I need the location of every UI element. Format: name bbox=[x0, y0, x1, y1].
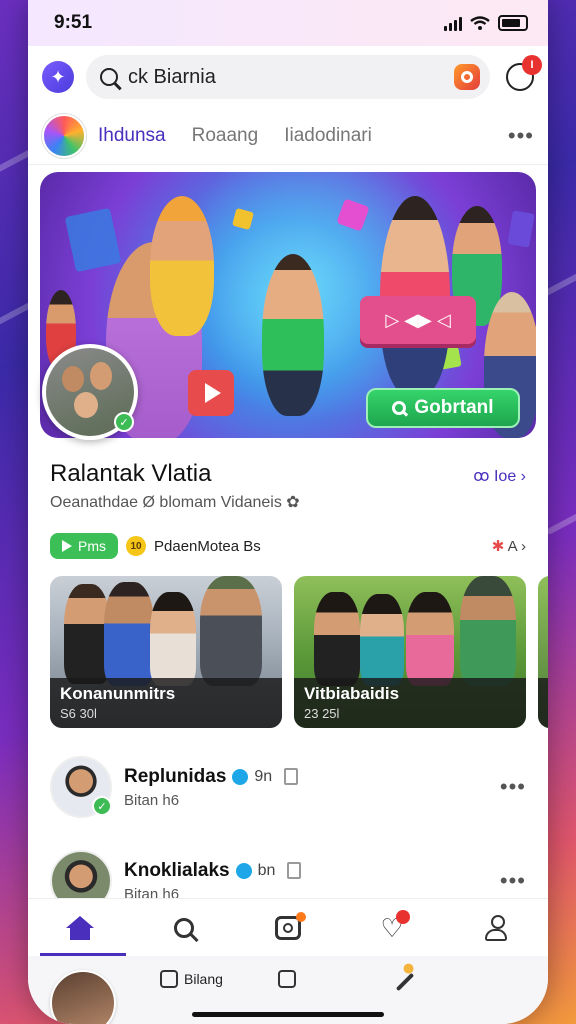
play-icon bbox=[62, 540, 72, 552]
post-author-name: Knoklialaks bbox=[124, 859, 230, 881]
post-more-icon[interactable]: ••• bbox=[500, 868, 526, 894]
verified-badge-icon bbox=[235, 862, 252, 879]
play-chip-label: Pms bbox=[78, 538, 106, 554]
pin-icon: ✱ bbox=[491, 538, 505, 555]
coin-icon: 10 bbox=[126, 536, 146, 556]
square-icon bbox=[278, 970, 296, 988]
tab-home[interactable]: Ihdunsa bbox=[98, 125, 166, 147]
channel-title: Ralantak Vlatia bbox=[50, 460, 212, 487]
post-subtitle: Bitan h6 bbox=[124, 791, 180, 809]
app-logo-icon[interactable]: ✦ bbox=[42, 61, 74, 93]
bottom-item-pen[interactable] bbox=[394, 961, 416, 992]
wifi-icon bbox=[470, 16, 490, 30]
channel-subtitle: Oeanathdae Ø blomam Vidaneis ✿ bbox=[50, 494, 300, 511]
square-icon bbox=[160, 970, 178, 988]
notification-badge: I bbox=[522, 55, 542, 75]
battery-icon bbox=[498, 15, 528, 31]
hero-cta-button[interactable]: Gobrtanl bbox=[366, 388, 520, 428]
video-card-title: Vitbiabaidis bbox=[304, 684, 400, 703]
search-icon bbox=[392, 401, 407, 415]
bottom-tab-bar: ♡ bbox=[28, 898, 548, 957]
likes-badge bbox=[396, 910, 410, 924]
post-info: Knoklialaks bn Bitan h6 bbox=[124, 859, 302, 903]
chip-right-label: A › bbox=[507, 538, 526, 555]
video-card[interactable]: Konanunmitrs S6 30l bbox=[50, 576, 282, 728]
see-more-link[interactable]: ꝏ Ioe › bbox=[473, 466, 526, 486]
play-icon[interactable] bbox=[188, 370, 234, 416]
post-info: Replunidas 9n Bitan h6 bbox=[124, 765, 299, 809]
post-time: bn bbox=[257, 861, 276, 879]
video-cards: Konanunmitrs S6 30l Vitbiabaidis 23 25l … bbox=[50, 576, 548, 728]
status-time: 9:51 bbox=[54, 12, 93, 33]
video-card-overlay: Vitbiabaidis 23 25l bbox=[294, 678, 526, 728]
video-card-overlay: Konanunmitrs S6 30l bbox=[50, 678, 282, 728]
channel-avatar[interactable]: ✓ bbox=[42, 344, 138, 440]
home-icon bbox=[66, 916, 94, 940]
more-options-icon[interactable]: ••• bbox=[508, 123, 534, 149]
character-figure bbox=[150, 196, 214, 336]
bookmark-icon[interactable] bbox=[284, 768, 299, 785]
post-item[interactable]: ✓ Replunidas 9n Bitan h6 ••• bbox=[50, 752, 526, 822]
video-card-meta: 23 25l bbox=[304, 706, 340, 721]
play-card: ▷ ◀▶ ◁ bbox=[360, 296, 476, 344]
nav-camera[interactable] bbox=[270, 910, 306, 946]
status-icons bbox=[444, 15, 528, 31]
notifications-button[interactable]: I bbox=[506, 55, 542, 91]
nav-profile[interactable] bbox=[478, 910, 514, 946]
verified-icon: ✓ bbox=[92, 796, 112, 816]
status-bar: 9:51 bbox=[28, 0, 548, 46]
nav-search[interactable] bbox=[166, 910, 202, 946]
signal-icon bbox=[444, 15, 462, 31]
verified-badge-icon bbox=[232, 768, 249, 785]
character-figure bbox=[262, 254, 324, 416]
video-card[interactable]: I 2 bbox=[538, 576, 548, 728]
chip-label: PdaenMotea Bs bbox=[154, 537, 261, 555]
home-indicator bbox=[192, 1012, 384, 1017]
bottom-tray: Bilang bbox=[28, 956, 548, 1024]
user-avatar[interactable] bbox=[50, 970, 116, 1024]
bookmark-icon[interactable] bbox=[287, 862, 302, 879]
user-icon bbox=[483, 915, 509, 941]
post-author: Replunidas 9n bbox=[124, 765, 299, 788]
phone-screen: 9:51 ✦ I Ihdunsa Roaang Iiadodinari bbox=[28, 0, 548, 1024]
post-author: Knoklialaks bn bbox=[124, 859, 302, 882]
post-time: 9n bbox=[254, 767, 273, 785]
search-icon bbox=[100, 68, 118, 86]
nav-likes[interactable]: ♡ bbox=[374, 910, 410, 946]
video-card-title: Konanunmitrs bbox=[60, 684, 176, 703]
verified-icon: ✓ bbox=[114, 412, 134, 432]
tab-second[interactable]: Roaang bbox=[192, 125, 259, 147]
search-row: ✦ I bbox=[28, 46, 548, 108]
top-tabs: Ihdunsa Roaang Iiadodinari ••• bbox=[28, 108, 548, 165]
chip-row: Pms 10 PdaenMotea Bs ✱ A › bbox=[50, 532, 526, 560]
pen-dot bbox=[401, 961, 416, 976]
video-card-overlay: I 2 bbox=[538, 678, 548, 728]
search-bar[interactable] bbox=[86, 55, 490, 99]
channel-title-row: Ralantak Vlatia ꝏ Ioe › bbox=[50, 460, 526, 488]
hero-cta-label: Gobrtanl bbox=[414, 397, 494, 418]
bottom-label: Bilang bbox=[184, 971, 223, 987]
pen-icon bbox=[395, 961, 416, 992]
video-card[interactable]: Vitbiabaidis 23 25l bbox=[294, 576, 526, 728]
nav-home[interactable] bbox=[62, 910, 98, 946]
record-icon[interactable] bbox=[454, 64, 480, 90]
bottom-item-label[interactable]: Bilang bbox=[160, 970, 223, 988]
bg-stripe bbox=[545, 510, 576, 536]
bottom-item-square[interactable] bbox=[278, 970, 296, 988]
search-input[interactable] bbox=[126, 64, 446, 90]
camera-dot bbox=[296, 912, 306, 922]
post-avatar[interactable]: ✓ bbox=[50, 756, 112, 818]
search-icon bbox=[174, 918, 194, 938]
post-author-name: Replunidas bbox=[124, 765, 227, 787]
chip-right-link[interactable]: ✱ A › bbox=[492, 537, 526, 555]
play-chip[interactable]: Pms bbox=[50, 533, 118, 559]
channel-logo-icon[interactable] bbox=[42, 114, 86, 158]
tab-third[interactable]: Iiadodinari bbox=[284, 125, 372, 147]
post-more-icon[interactable]: ••• bbox=[500, 774, 526, 800]
video-card-meta: S6 30l bbox=[60, 706, 97, 721]
